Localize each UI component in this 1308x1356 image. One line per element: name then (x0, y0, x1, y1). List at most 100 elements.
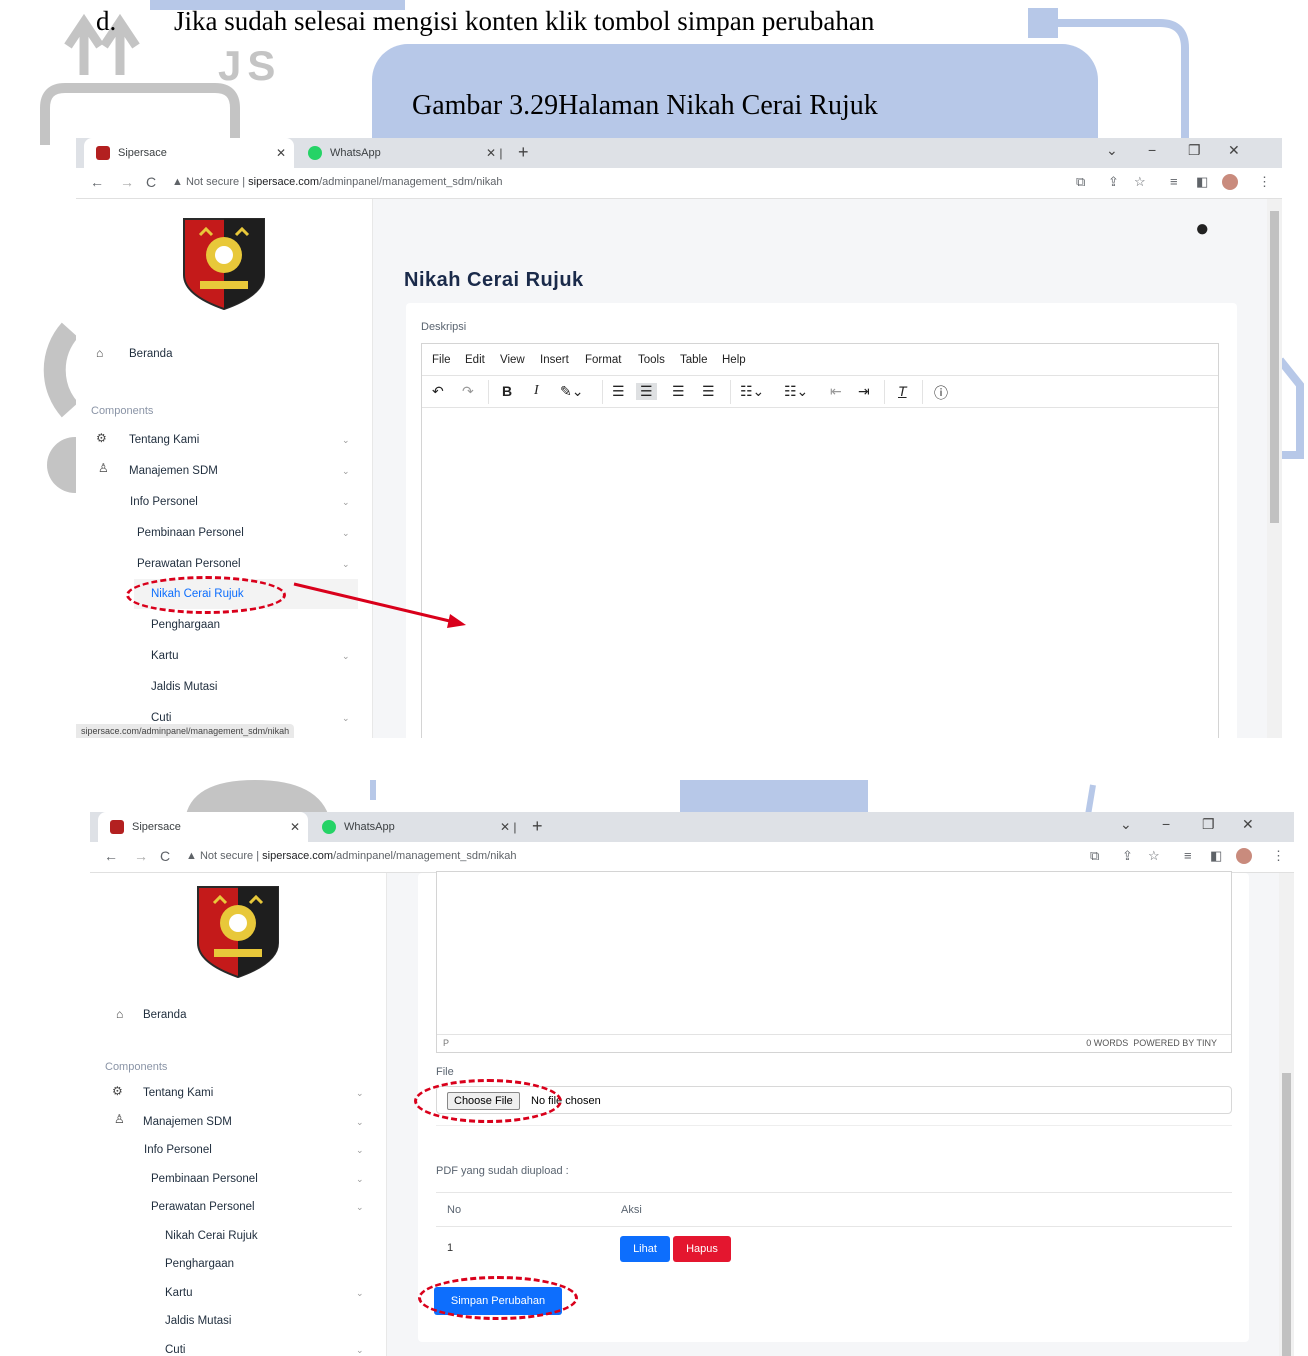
menu-tools[interactable]: Tools (638, 354, 665, 366)
align-left-icon[interactable]: ☰ (612, 383, 625, 400)
numbered-list-icon[interactable]: ☷⌄ (784, 383, 808, 400)
scrollbar[interactable] (1279, 873, 1294, 1356)
tab-sipersace[interactable]: Sipersace ✕ (84, 138, 294, 168)
close-window-icon[interactable]: ✕ (1228, 142, 1240, 159)
menu-format[interactable]: Format (585, 354, 621, 366)
back-icon[interactable]: ← (90, 174, 104, 190)
translate-icon[interactable]: ⧉ (1090, 848, 1099, 864)
restore-icon[interactable]: ❐ (1188, 142, 1201, 159)
sidebar-item-tentang-kami[interactable]: Tentang Kami (143, 1087, 213, 1099)
menu-icon[interactable]: ⋮ (1258, 174, 1271, 190)
forward-icon[interactable]: → (134, 848, 148, 864)
indent-icon[interactable]: ⇥ (858, 383, 870, 400)
bold-icon[interactable]: B (502, 383, 512, 399)
menu-table[interactable]: Table (680, 354, 708, 366)
close-tab-icon[interactable]: ✕ | (500, 820, 517, 834)
hapus-button[interactable]: Hapus (673, 1236, 731, 1262)
menu-icon[interactable]: ⋮ (1272, 848, 1285, 864)
chevron-down-icon: ⌄ (342, 528, 350, 538)
lihat-button[interactable]: Lihat (620, 1236, 670, 1262)
italic-icon[interactable]: I (534, 383, 539, 399)
close-window-icon[interactable]: ✕ (1242, 816, 1254, 833)
sidebar-item-jaldis-mutasi[interactable]: Jaldis Mutasi (165, 1315, 231, 1327)
restore-icon[interactable]: ❐ (1202, 816, 1215, 833)
close-tab-icon[interactable]: ✕ | (486, 146, 503, 160)
tab-whatsapp[interactable]: WhatsApp ✕ | (310, 812, 520, 842)
side-panel-icon[interactable]: ◧ (1196, 174, 1208, 190)
redo-icon[interactable]: ↷ (462, 383, 474, 400)
reload-icon[interactable]: C (146, 174, 156, 190)
minimize-icon[interactable]: − (1148, 142, 1156, 158)
sidebar-item-pembinaan-personel[interactable]: Pembinaan Personel (137, 527, 244, 539)
reload-icon[interactable]: C (160, 848, 170, 864)
sidebar-item-tentang-kami[interactable]: Tentang Kami (129, 434, 199, 446)
new-tab-icon[interactable]: + (532, 816, 543, 837)
close-tab-icon[interactable]: ✕ (276, 146, 286, 160)
align-center-icon[interactable]: ☰ (636, 383, 657, 400)
rich-text-editor[interactable]: File Edit View Insert Format Tools Table… (421, 343, 1219, 738)
sidebar-item-penghargaan[interactable]: Penghargaan (165, 1258, 234, 1270)
sidebar: ⌂ Beranda Components ⚙ Tentang Kami ⌄ ♙ … (90, 873, 372, 1356)
reading-list-icon[interactable]: ≡ (1170, 174, 1178, 189)
star-icon[interactable]: ☆ (1148, 848, 1160, 864)
rich-text-editor[interactable]: P 0 WORDS POWERED BY TINY (436, 871, 1232, 1053)
highlight-color-icon[interactable]: ✎⌄ (560, 383, 583, 400)
sidebar-item-nikah-cerai-rujuk[interactable]: Nikah Cerai Rujuk (165, 1230, 258, 1242)
side-panel-icon[interactable]: ◧ (1210, 848, 1222, 864)
tab-search-icon[interactable]: ⌄ (1106, 142, 1118, 159)
url-field[interactable]: ▲ Not secure | sipersace.com/adminpanel/… (186, 850, 517, 862)
chevron-down-icon: ⌄ (356, 1174, 364, 1184)
menu-edit[interactable]: Edit (465, 354, 485, 366)
align-justify-icon[interactable]: ☰ (702, 383, 715, 400)
menu-view[interactable]: View (500, 354, 525, 366)
tab-sipersace[interactable]: Sipersace ✕ (98, 812, 308, 842)
profile-avatar-icon[interactable] (1236, 848, 1252, 864)
url-field[interactable]: ▲ Not secure | sipersace.com/adminpanel/… (172, 176, 503, 188)
sidebar-item-perawatan-personel[interactable]: Perawatan Personel (137, 558, 241, 570)
star-icon[interactable]: ☆ (1134, 174, 1146, 190)
scrollbar[interactable] (1267, 199, 1282, 738)
tab-search-icon[interactable]: ⌄ (1120, 816, 1132, 833)
close-tab-icon[interactable]: ✕ (290, 820, 300, 834)
sidebar-item-beranda[interactable]: Beranda (143, 1009, 186, 1021)
sidebar-item-jaldis-mutasi[interactable]: Jaldis Mutasi (151, 681, 217, 693)
sidebar-item-kartu[interactable]: Kartu (165, 1287, 193, 1299)
translate-icon[interactable]: ⧉ (1076, 174, 1085, 190)
sidebar-item-info-personel[interactable]: Info Personel (144, 1144, 212, 1156)
scrollbar-thumb[interactable] (1282, 1073, 1291, 1356)
table-header-border (436, 1192, 1232, 1193)
reading-list-icon[interactable]: ≡ (1184, 848, 1192, 863)
whatsapp-icon (308, 146, 322, 160)
align-right-icon[interactable]: ☰ (672, 383, 685, 400)
sidebar-item-perawatan-personel[interactable]: Perawatan Personel (151, 1201, 255, 1213)
menu-file[interactable]: File (432, 354, 451, 366)
tab-whatsapp[interactable]: WhatsApp ✕ | (296, 138, 506, 168)
sidebar-item-beranda[interactable]: Beranda (129, 348, 172, 360)
menu-help[interactable]: Help (722, 354, 746, 366)
bullet-list-icon[interactable]: ☷⌄ (740, 383, 764, 400)
undo-icon[interactable]: ↶ (432, 383, 444, 400)
profile-avatar-icon[interactable] (1222, 174, 1238, 190)
sidebar-item-pembinaan-personel[interactable]: Pembinaan Personel (151, 1173, 258, 1185)
scrollbar-thumb[interactable] (1270, 211, 1279, 523)
sidebar-item-kartu[interactable]: Kartu (151, 650, 179, 662)
sidebar-item-manajemen-sdm[interactable]: Manajemen SDM (129, 465, 218, 477)
form-card: Deskripsi File Edit View Insert Format T… (406, 303, 1237, 738)
share-icon[interactable]: ⇪ (1108, 174, 1119, 190)
back-icon[interactable]: ← (104, 848, 118, 864)
sidebar-item-penghargaan[interactable]: Penghargaan (151, 619, 220, 631)
minimize-icon[interactable]: − (1162, 816, 1170, 832)
menu-insert[interactable]: Insert (540, 354, 569, 366)
sidebar-item-manajemen-sdm[interactable]: Manajemen SDM (143, 1116, 232, 1128)
new-tab-icon[interactable]: + (518, 142, 529, 163)
user-account-icon[interactable]: ● (1195, 215, 1210, 243)
sidebar-item-cuti[interactable]: Cuti (151, 712, 171, 724)
sidebar-item-cuti[interactable]: Cuti (165, 1344, 185, 1356)
forward-icon[interactable]: → (120, 174, 134, 190)
help-icon[interactable]: ⓘ (934, 383, 948, 403)
clear-formatting-icon[interactable]: T (898, 383, 907, 399)
outdent-icon[interactable]: ⇤ (830, 383, 842, 400)
chevron-down-icon: ⌄ (356, 1088, 364, 1098)
sidebar-item-info-personel[interactable]: Info Personel (130, 496, 198, 508)
share-icon[interactable]: ⇪ (1122, 848, 1133, 864)
